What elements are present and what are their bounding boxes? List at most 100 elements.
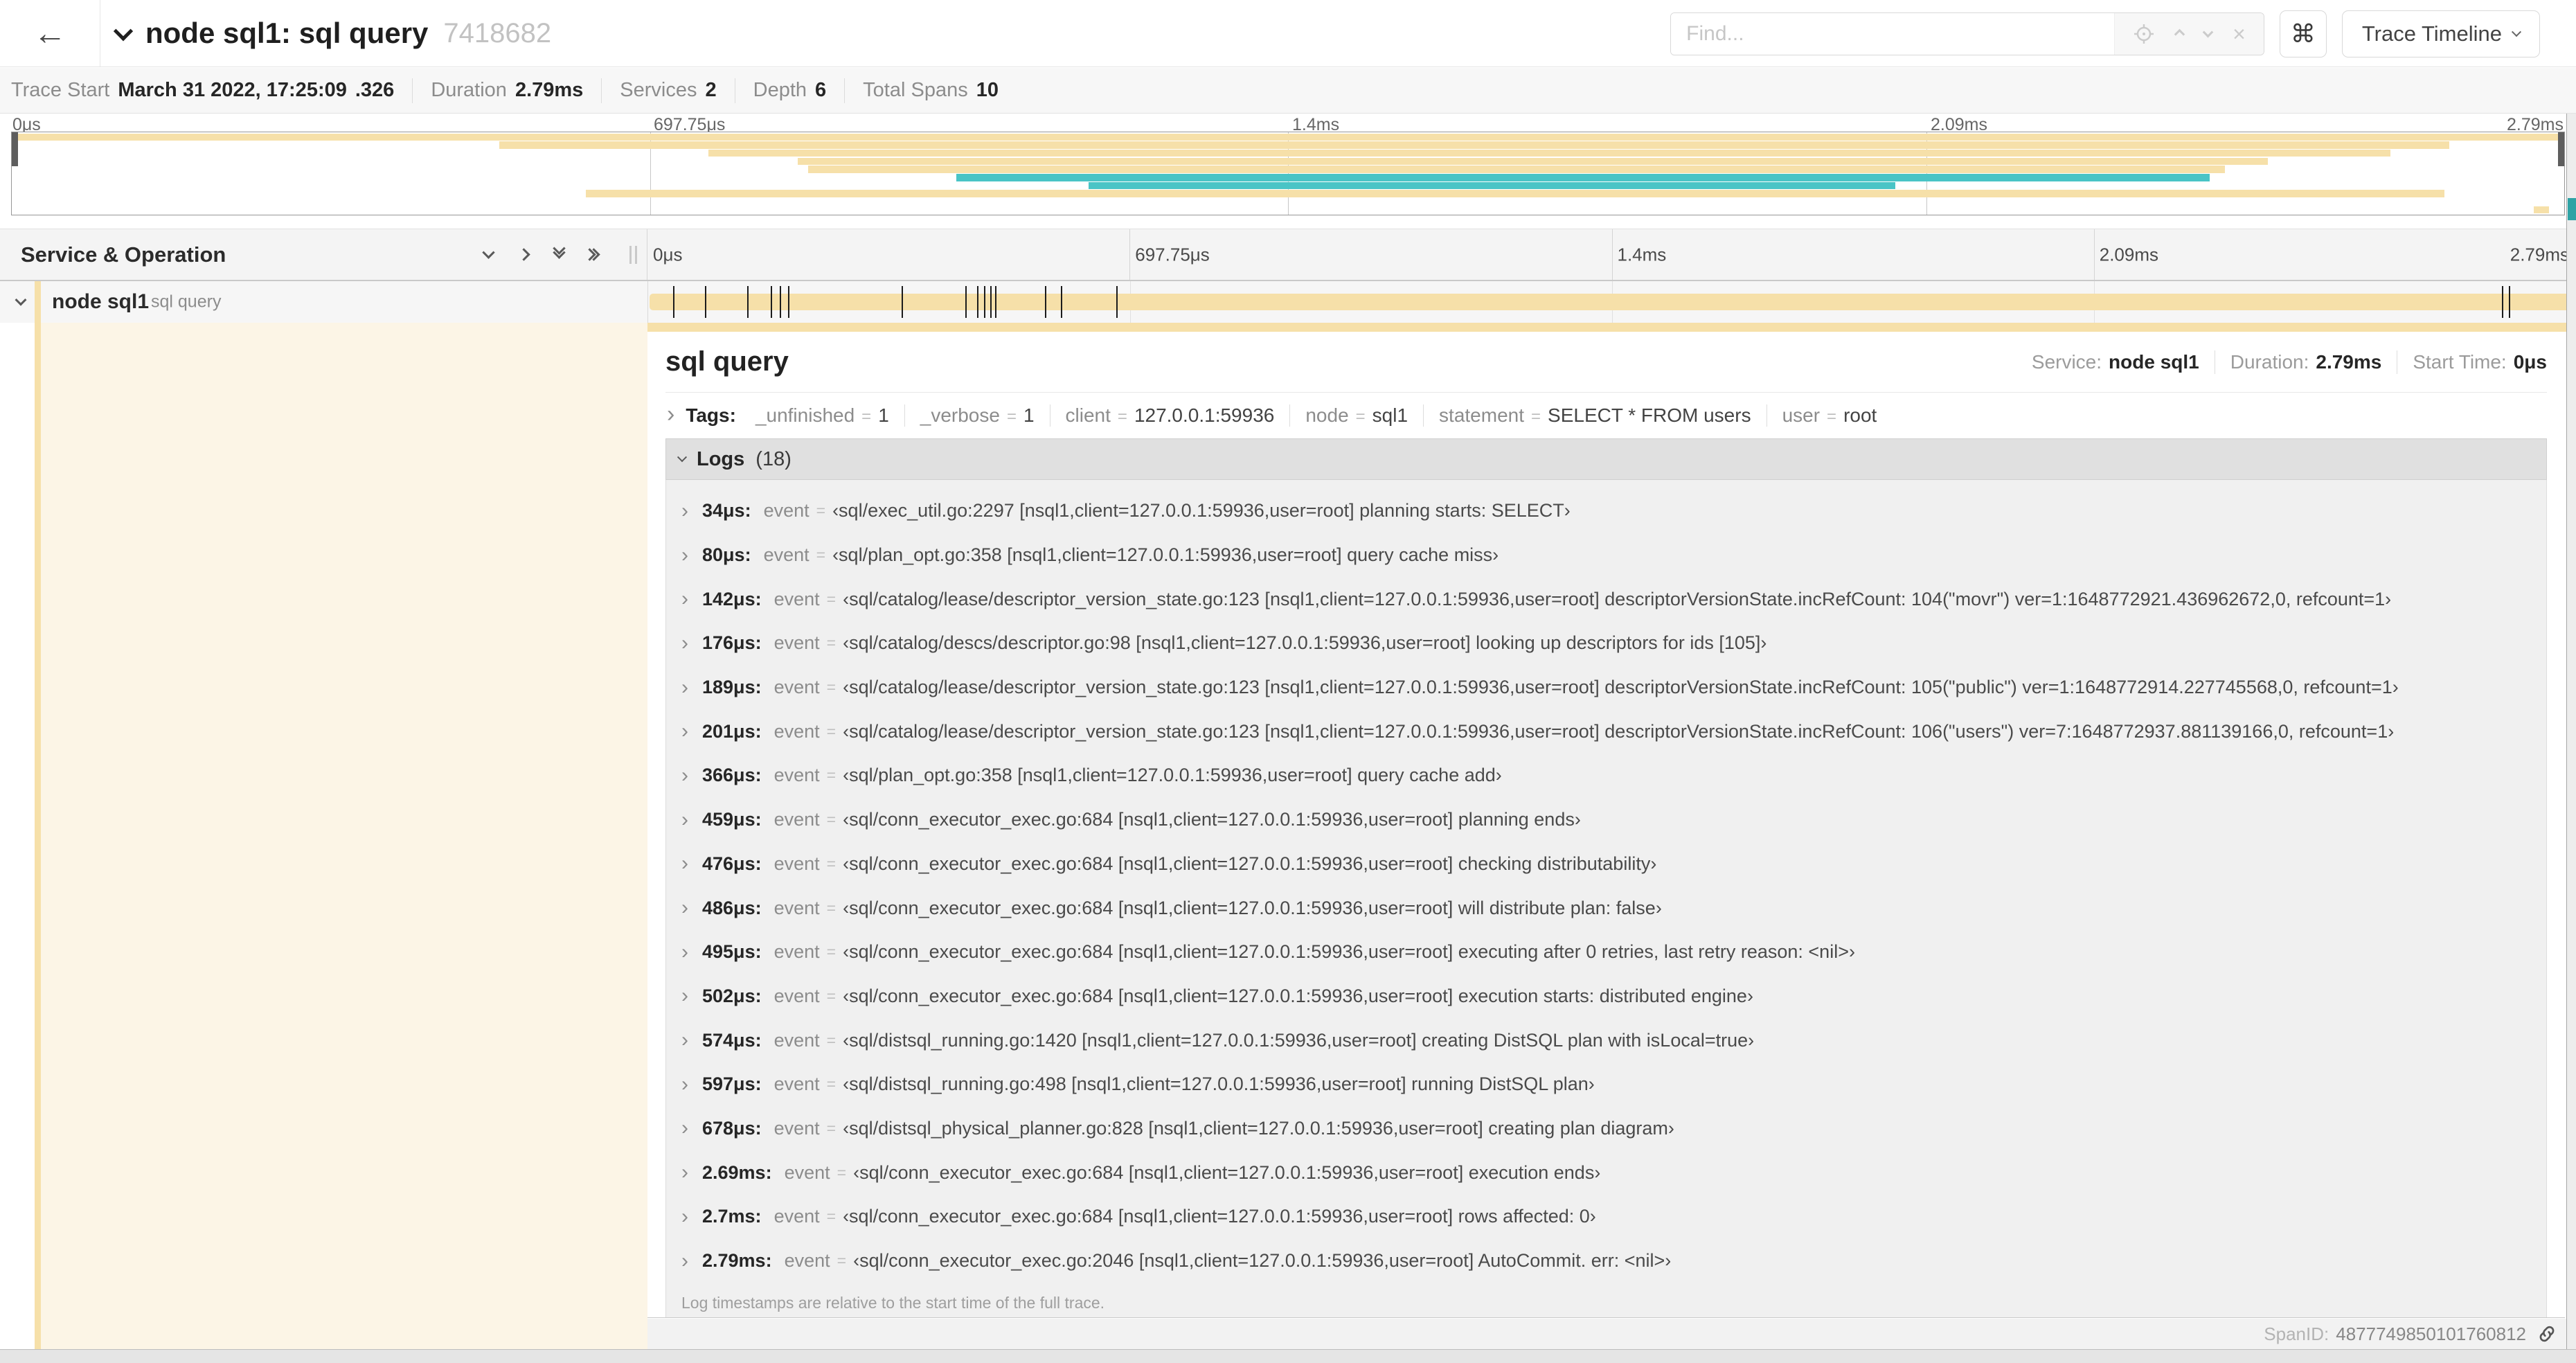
log-field-key: event [773, 588, 820, 609]
log-row[interactable]: › 2.69ms: event = ‹sql/conn_executor_exec.go… [666, 1150, 2546, 1195]
deep-link-icon[interactable] [2536, 1323, 2558, 1345]
log-field-value: ‹sql/catalog/lease/descriptor_version_st… [843, 720, 2395, 742]
chevron-down-icon [113, 21, 134, 42]
next-result-icon[interactable] [2202, 26, 2214, 37]
minimap-span-bar [956, 174, 2210, 181]
log-field-key: event [773, 1029, 820, 1051]
log-field-key: event [773, 897, 820, 918]
scrollbar-thumb[interactable] [2568, 198, 2576, 220]
log-field-value: ‹sql/plan_opt.go:358 [nsql1,client=127.0… [832, 544, 1499, 566]
tag-item[interactable]: client = 127.0.0.1:59936 [1050, 404, 1291, 427]
log-field-value: ‹sql/conn_executor_exec.go:684 [nsql1,cl… [843, 809, 1581, 830]
command-icon: ⌘ [2290, 19, 2316, 48]
log-timestamp: 476μs: [702, 853, 762, 874]
log-marker-tick [995, 286, 997, 318]
log-field-key: event [773, 677, 820, 698]
log-timestamp: 176μs: [702, 632, 762, 654]
log-row[interactable]: › 366μs: event = ‹sql/plan_opt.go:358 [nsql1… [666, 754, 2546, 798]
find-input[interactable] [1671, 13, 2115, 55]
log-timestamp: 2.69ms: [702, 1161, 772, 1183]
equals-sign: = [826, 943, 837, 961]
equals-sign: = [861, 407, 872, 426]
timeline-gridline [1129, 229, 1131, 280]
chevron-right-icon: › [681, 1204, 688, 1228]
log-row[interactable]: › 176μs: event = ‹sql/catalog/descs/descript… [666, 621, 2546, 666]
scrollbar-track[interactable] [2566, 114, 2576, 1349]
log-row[interactable]: › 34μs: event = ‹sql/exec_util.go:2297 [nsql… [666, 489, 2546, 533]
minimap-right-scrubber[interactable] [2558, 132, 2564, 166]
tag-item[interactable]: _verbose = 1 [905, 404, 1050, 427]
expand-collapse-controls [482, 229, 600, 280]
log-field-key: event [773, 720, 820, 742]
locate-icon[interactable] [2133, 23, 2155, 45]
equals-sign: = [837, 1251, 847, 1270]
log-field-key: event [773, 985, 820, 1006]
log-timestamp: 2.79ms: [702, 1250, 772, 1272]
minimap-span-bar [1089, 181, 1896, 190]
log-row[interactable]: › 502μs: event = ‹sql/conn_executor_exec.go:… [666, 974, 2546, 1019]
view-selector-button[interactable]: Trace Timeline [2341, 10, 2540, 57]
log-marker-tick [1116, 286, 1118, 318]
log-field-key: event [784, 1250, 830, 1272]
minimap-span-bar [2533, 206, 2549, 214]
span-name-column[interactable]: node sql1 sql query [0, 281, 647, 323]
column-resizer-grip[interactable] [629, 245, 637, 264]
log-field-value: ‹sql/plan_opt.go:358 [nsql1,client=127.0… [843, 765, 1502, 786]
log-row[interactable]: › 2.79ms: event = ‹sql/conn_executor_exec.go… [666, 1239, 2546, 1283]
expand-one-icon[interactable] [517, 248, 530, 261]
equals-sign: = [826, 634, 837, 652]
equals-sign: = [1117, 407, 1127, 426]
meta-start-time: Start Time: 0μs [2397, 350, 2547, 374]
log-row[interactable]: › 574μs: event = ‹sql/distsql_running.go:142… [666, 1018, 2546, 1062]
log-field-value: ‹sql/catalog/lease/descriptor_version_st… [843, 588, 2392, 609]
equals-sign: = [826, 986, 837, 1005]
log-row[interactable]: › 2.7ms: event = ‹sql/conn_executor_exec.go:… [666, 1195, 2546, 1239]
log-row[interactable]: › 476μs: event = ‹sql/conn_executor_exec.go:… [666, 842, 2546, 887]
span-timeline-column[interactable] [647, 281, 2576, 323]
log-marker-tick [990, 286, 992, 318]
tag-item[interactable]: user = root [1767, 404, 1893, 427]
log-row[interactable]: › 459μs: event = ‹sql/conn_executor_exec.go:… [666, 798, 2546, 842]
log-marker-tick [747, 286, 749, 318]
logs-accordion-header[interactable]: Logs (18) [665, 438, 2547, 480]
keyboard-shortcuts-button[interactable]: ⌘ [2279, 10, 2327, 57]
log-field-key: event [784, 1161, 830, 1183]
find-controls: × [2114, 13, 2264, 55]
log-row[interactable]: › 80μs: event = ‹sql/plan_opt.go:358 [nsql1,… [666, 533, 2546, 578]
log-row[interactable]: › 142μs: event = ‹sql/catalog/lease/descript… [666, 577, 2546, 621]
trace-duration: Duration 2.79ms [412, 78, 601, 103]
tag-value: root [1843, 404, 1877, 426]
span-row[interactable]: node sql1 sql query [0, 281, 2576, 323]
detail-row-accent-bar [647, 323, 2576, 332]
trace-title-group[interactable]: node sql1: sql query 7418682 [113, 0, 551, 66]
tick-label: 2.79ms [2510, 244, 2569, 265]
log-row[interactable]: › 678μs: event = ‹sql/distsql_physical_plann… [666, 1107, 2546, 1151]
minimap-canvas[interactable] [11, 132, 2565, 215]
equals-sign: = [826, 589, 837, 608]
prev-result-icon[interactable] [2174, 28, 2185, 39]
collapse-one-icon[interactable] [482, 246, 495, 259]
minimap-span-bar [708, 149, 2391, 157]
log-timestamp: 574μs: [702, 1029, 762, 1051]
log-row[interactable]: › 597μs: event = ‹sql/distsql_running.go:498… [666, 1062, 2546, 1107]
tag-item[interactable]: statement = SELECT * FROM users [1424, 404, 1767, 427]
minimap-left-scrubber[interactable] [12, 132, 18, 166]
equals-sign: = [826, 1119, 837, 1137]
toolbar: × ⌘ Trace Timeline [1670, 10, 2540, 57]
log-row[interactable]: › 486μs: event = ‹sql/conn_executor_exec.go:… [666, 886, 2546, 930]
tag-item[interactable]: _unfinished = 1 [740, 404, 905, 427]
span-expander-chevron-icon[interactable] [15, 294, 27, 306]
back-button[interactable]: ← [0, 0, 100, 66]
span-detail-card: sql query Service: node sql1 Duration: 2.7… [647, 332, 2565, 1318]
expand-all-icon[interactable] [583, 248, 600, 261]
log-timestamp: 597μs: [702, 1074, 762, 1095]
span-duration-bar[interactable] [650, 286, 2570, 318]
collapse-all-icon[interactable] [553, 241, 566, 259]
log-row[interactable]: › 189μs: event = ‹sql/catalog/lease/descript… [666, 666, 2546, 710]
log-row[interactable]: › 495μs: event = ‹sql/conn_executor_exec.go:… [666, 930, 2546, 974]
log-row[interactable]: › 201μs: event = ‹sql/catalog/lease/descript… [666, 709, 2546, 754]
clear-search-icon[interactable]: × [2233, 23, 2246, 45]
tag-item[interactable]: node = sql1 [1290, 404, 1424, 427]
log-marker-tick [901, 286, 903, 318]
tags-accordion[interactable]: › Tags: _unfinished = 1 _verbose = 1 client = 12… [665, 393, 2547, 438]
